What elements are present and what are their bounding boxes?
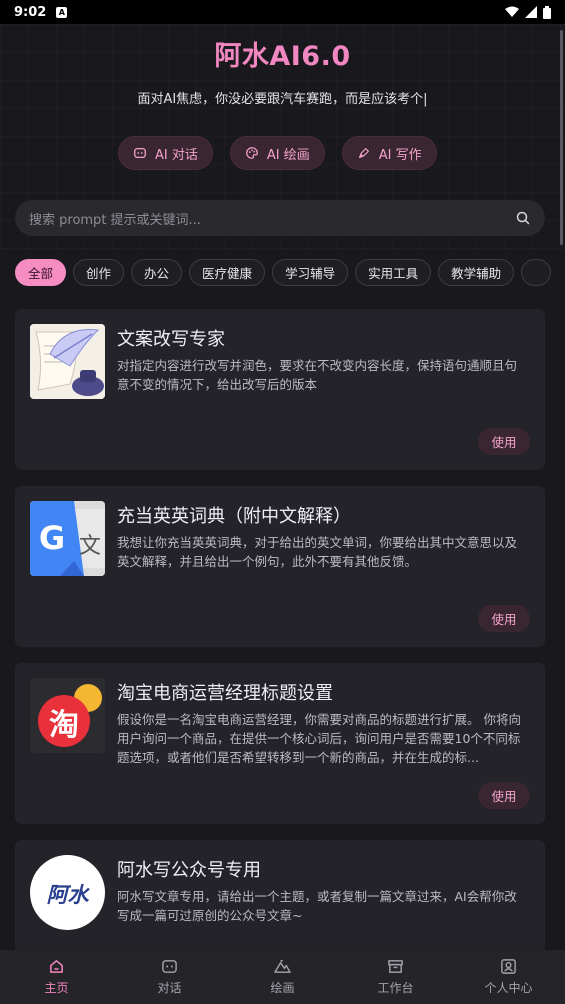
card-description: 阿水写文章专用，请给出一个主题，或者复制一篇文章过来，AI会帮你改写成一篇可过原…	[117, 889, 517, 923]
category-teaching[interactable]: 教学辅助	[438, 259, 515, 286]
card-description: 我想让你充当英英词典，对于给出的英文单词，你要给出其中文意思以及英文解释，并且给…	[117, 535, 518, 569]
category-study[interactable]: 学习辅导	[272, 259, 349, 286]
search-icon[interactable]	[515, 210, 531, 226]
tab-profile[interactable]: 个人中心	[452, 950, 565, 1004]
chat-icon	[134, 147, 146, 159]
ai-chat-button[interactable]: AI 对话	[118, 136, 213, 170]
tab-chat-label: 对话	[157, 981, 182, 995]
pen-icon	[358, 148, 369, 158]
quill-ink-icon	[30, 324, 105, 399]
taobao-icon: 淘	[30, 678, 105, 753]
app-subtitle: 面对AI焦虑，你没必要跟汽车赛跑，而是应该考个|	[137, 92, 428, 107]
card-title: 文案改写专家	[117, 329, 225, 350]
bottom-tab-bar: 主页 对话 绘画 工作台 个人中心	[0, 950, 565, 1004]
clock: 9:02	[14, 4, 47, 20]
ashui-logo-text: 阿水	[46, 883, 89, 907]
user-icon	[501, 959, 516, 974]
ai-paint-button[interactable]: AI 绘画	[229, 136, 325, 170]
category-tools[interactable]: 实用工具	[355, 259, 432, 286]
tab-paint[interactable]: 绘画	[226, 950, 339, 1004]
tab-home[interactable]: 主页	[0, 950, 113, 1004]
category-health[interactable]: 医疗健康	[189, 259, 266, 286]
tab-home-label: 主页	[44, 981, 69, 995]
use-button[interactable]: 使用	[478, 428, 530, 455]
prompt-card[interactable]: 淘 淘宝电商运营经理标题设置 假设你是一名淘宝电商运营经理，你需要对商品的标题进…	[15, 663, 545, 824]
card-title: 阿水写公众号专用	[117, 860, 261, 881]
svg-text:G: G	[39, 519, 65, 557]
category-all[interactable]: 全部	[15, 259, 67, 286]
translate-icon: G 文	[30, 501, 105, 576]
card-description: 对指定内容进行改写并润色，要求在不改变内容长度，保持语句通顺且句意不变的情况下，…	[117, 358, 518, 392]
card-description: 假设你是一名淘宝电商运营经理，你需要对商品的标题进行扩展。 你将向用户询问一个商…	[117, 712, 521, 765]
battery-icon	[543, 5, 551, 19]
prompt-card[interactable]: 文案改写专家 对指定内容进行改写并润色，要求在不改变内容长度，保持语句通顺且句意…	[15, 309, 545, 470]
archive-icon	[388, 960, 403, 973]
tab-profile-label: 个人中心	[484, 981, 533, 995]
ashui-logo: 阿水	[30, 855, 105, 930]
tab-chat[interactable]: 对话	[113, 950, 226, 1004]
wifi-icon	[505, 6, 519, 17]
ai-write-button[interactable]: AI 写作	[341, 136, 437, 170]
mountain-icon	[274, 959, 291, 973]
tab-workbench[interactable]: 工作台	[339, 950, 452, 1004]
card-title: 淘宝电商运营经理标题设置	[117, 683, 333, 704]
ai-chat-label: AI 对话	[155, 147, 198, 163]
category-more[interactable]	[521, 259, 552, 286]
use-button[interactable]: 使用	[478, 782, 530, 809]
card-title: 充当英英词典（附中文解释）	[117, 506, 351, 527]
search-placeholder: 搜索 prompt 提示或关键词...	[29, 212, 201, 228]
status-bar: 9:02 A	[0, 0, 565, 24]
search-input[interactable]: 搜索 prompt 提示或关键词...	[15, 200, 545, 236]
tab-paint-label: 绘画	[270, 981, 295, 995]
chat-icon	[162, 960, 177, 973]
notification-a-icon: A	[56, 6, 68, 18]
tab-workbench-label: 工作台	[377, 981, 414, 995]
signal-icon	[525, 6, 537, 18]
taobao-logo-text: 淘	[49, 708, 79, 743]
app-title: 阿水AI6.0	[214, 41, 351, 72]
category-creation[interactable]: 创作	[73, 259, 125, 286]
mode-buttons: AI 对话 AI 绘画 AI 写作	[118, 136, 437, 170]
home-icon	[50, 960, 63, 973]
category-filter: 全部 创作 办公 医疗健康 学习辅导 实用工具 教学辅助	[15, 259, 552, 286]
prompt-card[interactable]: G 文 充当英英词典（附中文解释） 我想让你充当英英词典，对于给出的英文单词，你…	[15, 486, 545, 647]
ai-write-label: AI 写作	[378, 147, 422, 163]
use-button[interactable]: 使用	[478, 605, 530, 632]
palette-icon	[246, 147, 258, 159]
ai-paint-label: AI 绘画	[266, 147, 310, 163]
svg-text:文: 文	[79, 534, 101, 559]
category-office[interactable]: 办公	[131, 259, 183, 286]
